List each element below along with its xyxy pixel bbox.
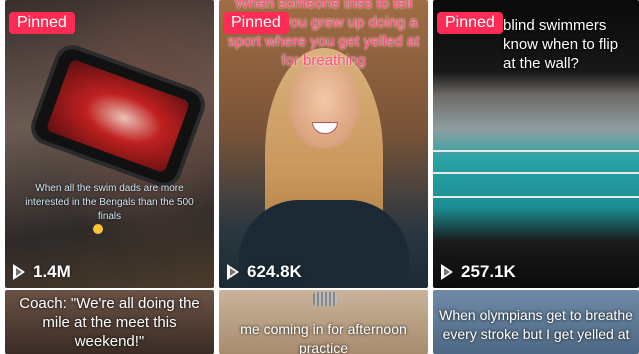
- lane-line: [433, 150, 639, 152]
- video-thumbnail[interactable]: blind swimmers know when to flip at the …: [433, 0, 639, 288]
- pinned-badge: Pinned: [9, 12, 75, 34]
- view-count-label: 1.4M: [33, 262, 71, 281]
- phone-screen: [45, 58, 191, 174]
- emoji-icon: [93, 224, 103, 234]
- view-count-label: 624.8K: [247, 262, 302, 281]
- video-caption: me coming in for afternoon practice: [240, 321, 407, 354]
- video-thumbnail[interactable]: me coming in for afternoon practice: [219, 290, 428, 354]
- view-count: 257.1K: [441, 262, 516, 282]
- lane-line: [433, 196, 639, 198]
- view-count-label: 257.1K: [461, 262, 516, 281]
- video-thumbnail[interactable]: When olympians get to breathe every stro…: [433, 290, 639, 354]
- phone-image: [31, 45, 205, 187]
- video-caption: When someone tries to tell you but you g…: [227, 0, 420, 69]
- view-count: 624.8K: [227, 262, 302, 282]
- play-icon: [13, 264, 25, 280]
- pinned-badge: Pinned: [437, 12, 503, 34]
- pinned-badge: Pinned: [223, 12, 289, 34]
- video-caption: Coach: "We're all doing the mile at the …: [19, 295, 200, 350]
- play-icon: [227, 264, 239, 280]
- video-thumbnail[interactable]: Coach: "We're all doing the mile at the …: [5, 290, 214, 354]
- view-count: 1.4M: [13, 262, 71, 282]
- video-thumbnail[interactable]: When someone tries to tell you but you g…: [219, 0, 428, 288]
- video-caption: When all the swim dads are more interest…: [25, 183, 194, 222]
- video-thumbnail[interactable]: When all the swim dads are more interest…: [5, 0, 214, 288]
- ceiling-vent: [313, 292, 337, 306]
- lane-line: [433, 172, 639, 174]
- play-icon: [441, 264, 453, 280]
- video-caption: When olympians get to breathe every stro…: [439, 307, 633, 342]
- person-face: [289, 60, 359, 148]
